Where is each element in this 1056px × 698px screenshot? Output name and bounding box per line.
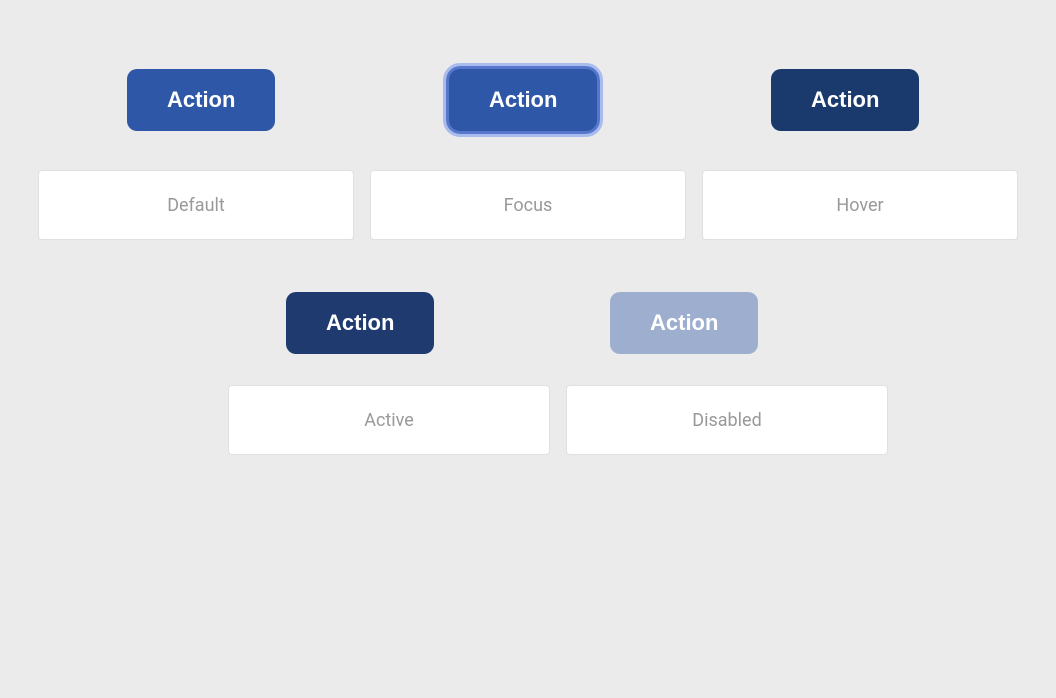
active-label: Active xyxy=(364,410,414,431)
default-button[interactable]: Action xyxy=(127,69,275,131)
label-row-2: Active Disabled xyxy=(228,385,888,455)
default-label-box: Default xyxy=(38,170,354,240)
hover-button[interactable]: Action xyxy=(771,69,919,131)
hover-label: Hover xyxy=(836,195,883,216)
hover-label-box: Hover xyxy=(702,170,1018,240)
page-container: Action Action Action Default Focus Hover… xyxy=(0,0,1056,698)
button-row-2: Action Action xyxy=(0,280,1056,365)
active-button[interactable]: Action xyxy=(286,292,434,354)
focus-label: Focus xyxy=(504,195,553,216)
focus-button[interactable]: Action xyxy=(446,66,600,134)
label-row-1: Default Focus Hover xyxy=(38,170,1018,240)
default-label: Default xyxy=(167,195,225,216)
button-row-1: Action Action Action xyxy=(0,50,1056,150)
disabled-button: Action xyxy=(610,292,758,354)
disabled-label: Disabled xyxy=(692,410,761,431)
disabled-label-box: Disabled xyxy=(566,385,888,455)
active-label-box: Active xyxy=(228,385,550,455)
focus-label-box: Focus xyxy=(370,170,686,240)
